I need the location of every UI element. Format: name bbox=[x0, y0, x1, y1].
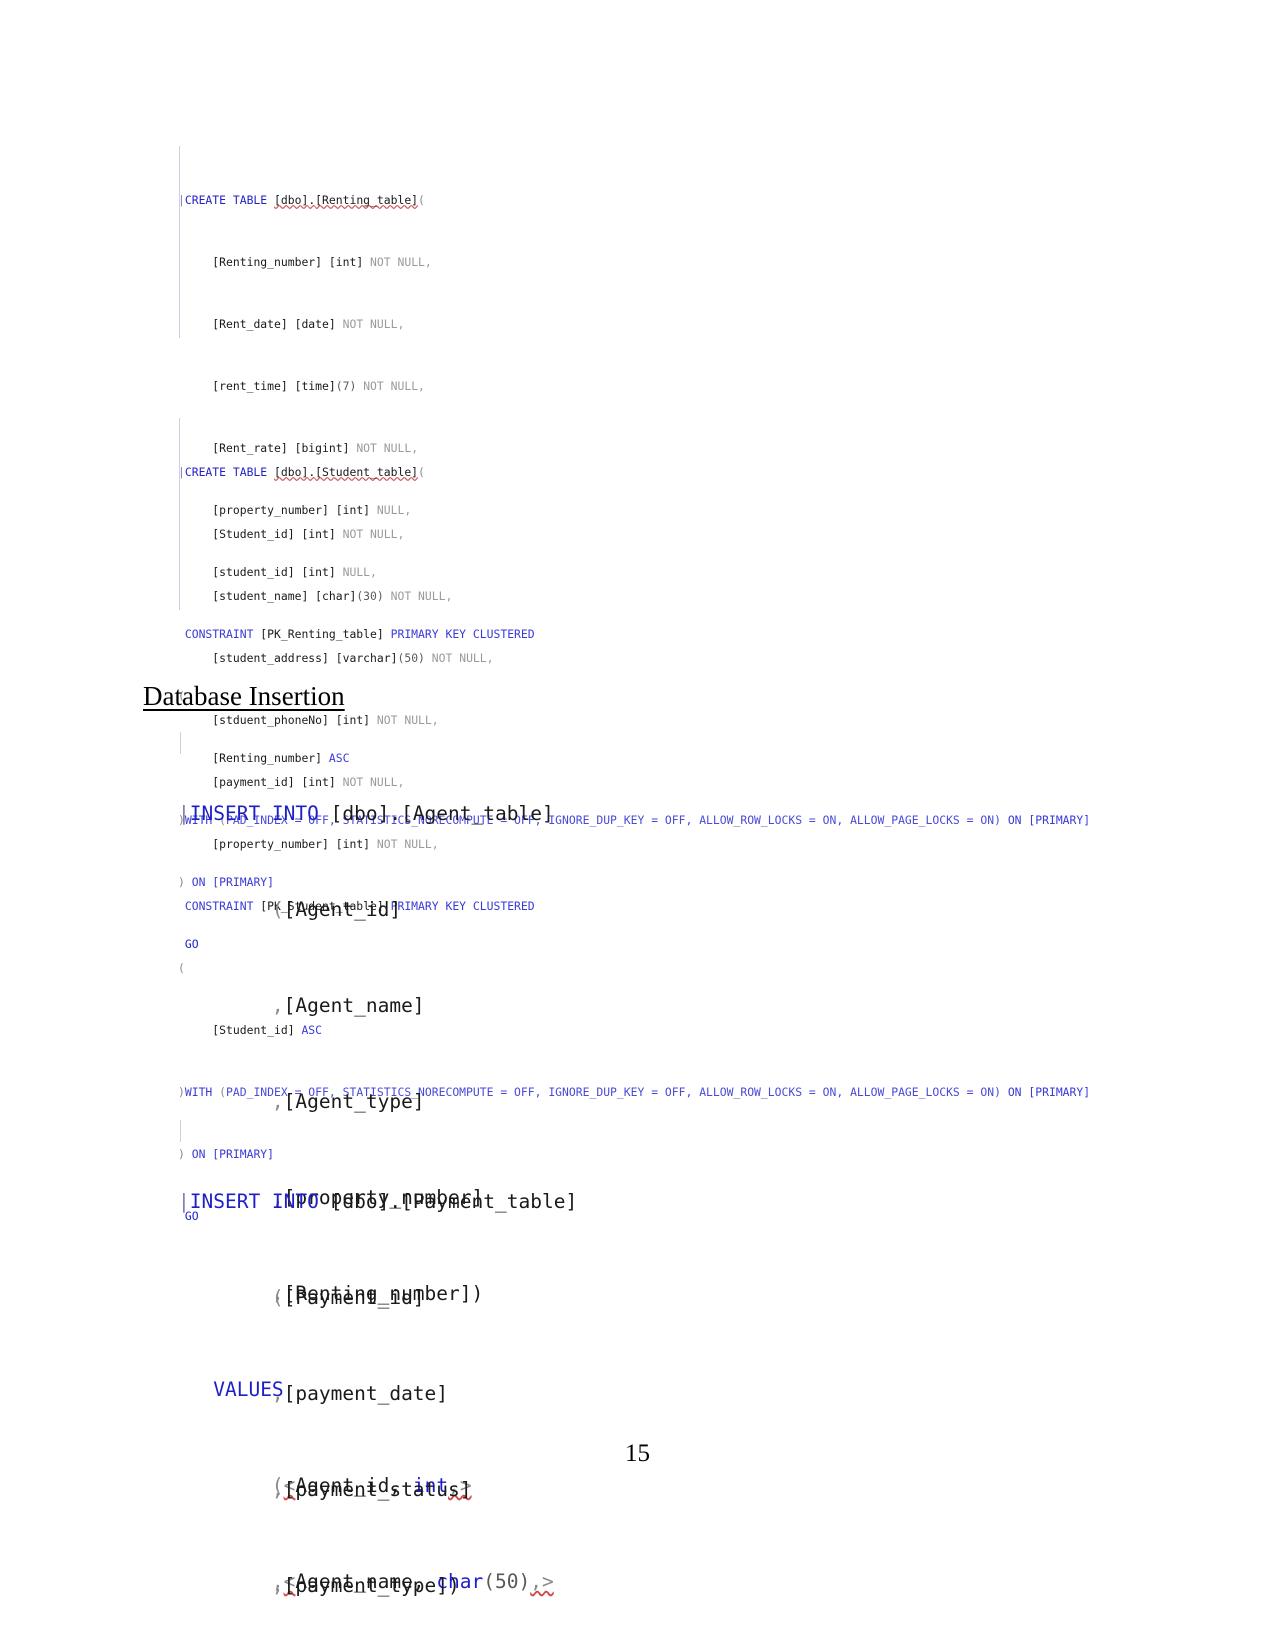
comma: , bbox=[271, 1478, 284, 1501]
code-line: ,[Agent_name] bbox=[178, 994, 554, 1018]
column-name: [Agent_type] bbox=[283, 1090, 425, 1113]
filegroup-name: [PRIMARY] bbox=[1028, 1084, 1091, 1099]
sql-keyword: CREATE TABLE bbox=[184, 464, 268, 479]
code-line: |CREATE TABLE [dbo].[Student_table]( bbox=[178, 465, 1090, 481]
column-type: [int] bbox=[335, 712, 371, 727]
code-line: ,[payment_type]) bbox=[178, 1574, 601, 1598]
column-type: [varchar] bbox=[335, 650, 398, 665]
code-line: ,[Agent_type] bbox=[178, 1090, 554, 1114]
column-name: [Student_id] bbox=[212, 526, 295, 541]
column-name: [Renting_number] bbox=[212, 254, 323, 269]
nullability: NOT NULL, bbox=[431, 650, 494, 665]
target-table: [dbo].[Payment_table] bbox=[330, 1190, 578, 1213]
code-block-insert-payment-table: |INSERT INTO [dbo].[Payment_table] ([Pay… bbox=[178, 1118, 601, 1651]
code-line: [student_name] [char](30) NOT NULL, bbox=[178, 589, 1090, 605]
code-line: [Renting_number] [int] NOT NULL, bbox=[178, 255, 1090, 271]
column-name: [Rent_date] bbox=[212, 316, 288, 331]
nullability: NOT NULL, bbox=[363, 378, 425, 393]
code-line: |CREATE TABLE [dbo].[Renting_table]( bbox=[178, 193, 1090, 209]
column-name: [stduent_phoneNo] bbox=[212, 712, 329, 727]
column-name: [Payment_id] bbox=[283, 1286, 425, 1309]
type-length: (50) bbox=[397, 650, 425, 665]
column-type: [char] bbox=[315, 588, 357, 603]
document-page: |CREATE TABLE [dbo].[Renting_table]( [Re… bbox=[0, 0, 1275, 1651]
code-line: ,[payment_status] bbox=[178, 1478, 601, 1502]
nullability: NOT NULL, bbox=[342, 526, 405, 541]
column-name: [payment_date] bbox=[283, 1382, 449, 1405]
column-name: [student_name] bbox=[212, 588, 309, 603]
column-name: [Agent_id] bbox=[283, 898, 402, 921]
target-table: [dbo].[Agent_table] bbox=[330, 802, 554, 825]
column-type: [int] bbox=[328, 254, 364, 269]
code-line: [stduent_phoneNo] [int] NOT NULL, bbox=[178, 713, 1090, 729]
collapse-bar-icon: | bbox=[178, 802, 190, 825]
column-type: [date] bbox=[294, 316, 336, 331]
nullability: NOT NULL, bbox=[370, 254, 432, 269]
type-length: (30) bbox=[356, 588, 384, 603]
sql-keyword-on: ON bbox=[1007, 1084, 1022, 1099]
sql-keyword-insert-into: INSERT INTO bbox=[189, 1190, 319, 1213]
comma: , bbox=[271, 1382, 284, 1405]
nullability: NOT NULL, bbox=[376, 712, 439, 727]
code-line: ([Agent_id] bbox=[178, 898, 554, 922]
collapse-bar-icon: | bbox=[178, 192, 185, 207]
code-line: [student_address] [varchar](50) NOT NULL… bbox=[178, 651, 1090, 667]
sql-keyword: CREATE TABLE bbox=[184, 192, 268, 207]
column-name: [payment_type]) bbox=[283, 1574, 460, 1597]
open-paren: ( bbox=[271, 1286, 284, 1309]
column-name: [Agent_name] bbox=[283, 994, 425, 1017]
code-line: [rent_time] [time](7) NOT NULL, bbox=[178, 379, 1090, 395]
code-line: |INSERT INTO [dbo].[Agent_table] bbox=[178, 802, 554, 826]
schema-name: [dbo] bbox=[274, 464, 309, 479]
table-name: [Renting_table] bbox=[315, 192, 419, 207]
nullability: NOT NULL, bbox=[342, 316, 405, 331]
collapse-bar-icon: | bbox=[178, 464, 185, 479]
sql-keyword-insert-into: INSERT INTO bbox=[189, 802, 319, 825]
column-name: [rent_time] bbox=[212, 378, 288, 393]
nullability: NOT NULL, bbox=[390, 588, 453, 603]
code-line: ,[payment_date] bbox=[178, 1382, 601, 1406]
column-type: [time] bbox=[294, 378, 336, 393]
column-type: [int] bbox=[301, 526, 336, 541]
open-paren: ( bbox=[418, 192, 425, 207]
code-line: [Student_id] [int] NOT NULL, bbox=[178, 527, 1090, 543]
comma: , bbox=[271, 994, 284, 1017]
open-paren: ( bbox=[271, 898, 284, 921]
page-title-database-insertion: Database Insertion bbox=[143, 681, 345, 711]
table-name: [Student_table] bbox=[315, 464, 419, 479]
code-line: [Rent_date] [date] NOT NULL, bbox=[178, 317, 1090, 333]
code-line: ([Payment_id] bbox=[178, 1286, 601, 1310]
code-line: |INSERT INTO [dbo].[Payment_table] bbox=[178, 1190, 601, 1214]
schema-name: [dbo] bbox=[274, 192, 309, 207]
open-paren: ( bbox=[418, 464, 425, 479]
comma: , bbox=[271, 1090, 284, 1113]
page-number: 15 bbox=[625, 1440, 650, 1467]
column-name: [student_address] bbox=[212, 650, 329, 665]
type-length: (7) bbox=[335, 378, 357, 393]
comma: , bbox=[271, 1574, 284, 1597]
collapse-bar-icon: | bbox=[178, 1190, 190, 1213]
column-name: [payment_status] bbox=[283, 1478, 472, 1501]
